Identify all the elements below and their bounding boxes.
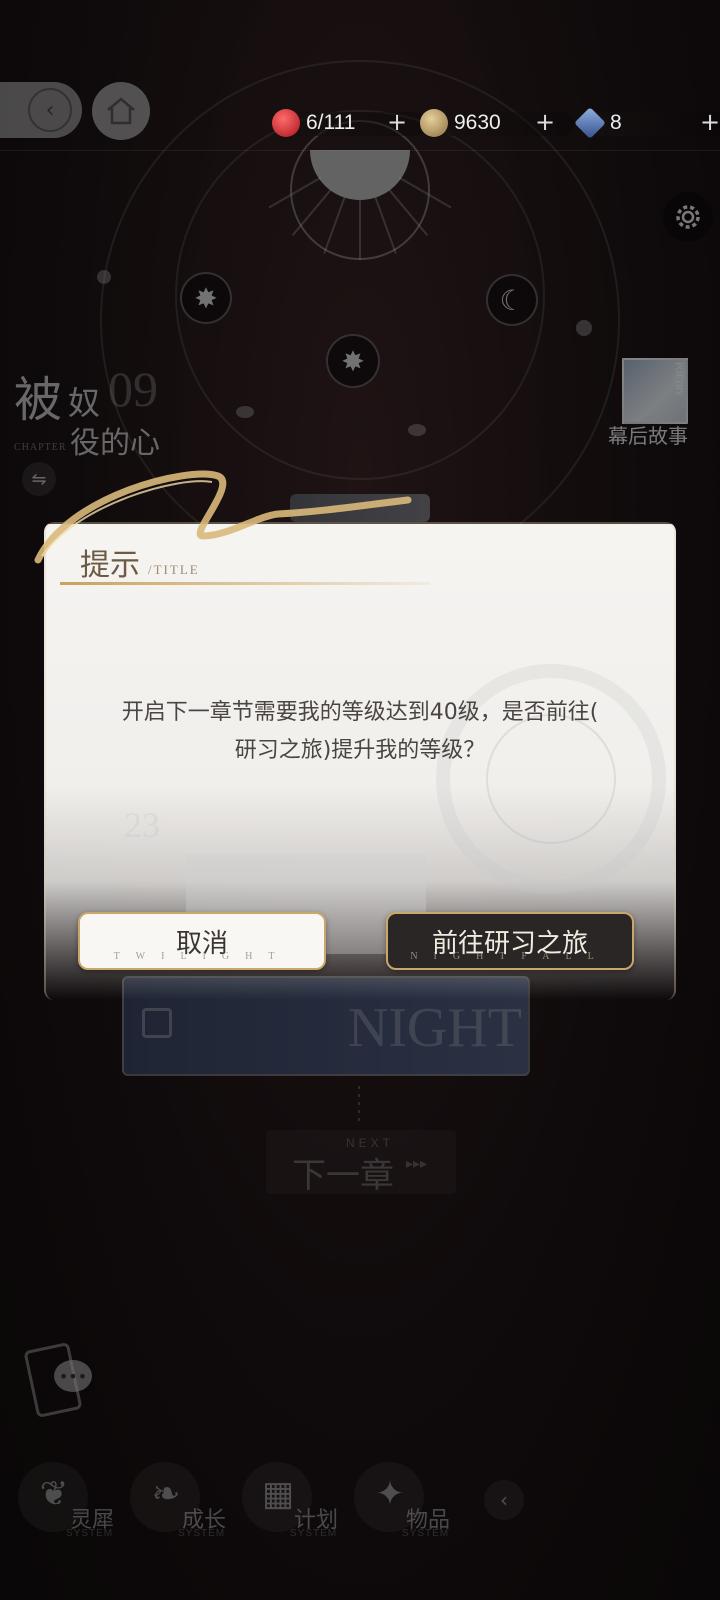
coin-icon: [420, 109, 448, 137]
dialog-title: 提示: [80, 548, 140, 583]
gems-value: 8: [610, 111, 622, 134]
add-gems-button[interactable]: +: [700, 108, 720, 136]
faded-number: 23: [124, 805, 160, 845]
dialog-subtitle: /TITLE: [148, 562, 200, 577]
coins-value: 9630: [454, 111, 501, 134]
stamina-value: 6/111: [306, 111, 356, 134]
dialog-message-line2: 研习之旅)提升我的等级？: [234, 738, 486, 763]
go-study-journey-button[interactable]: 前往研习之旅 NIGHTFALL: [386, 912, 634, 970]
dialog-message-line1: 开启下一章节需要我的等级达到40级，是否前往(: [121, 700, 599, 725]
add-coins-button[interactable]: +: [535, 108, 555, 136]
resource-coins: 9630 +: [420, 108, 574, 138]
confirm-subtext: NIGHTFALL: [410, 951, 610, 962]
dialog-message: 开启下一章节需要我的等级达到40级，是否前往( 研习之旅)提升我的等级？: [80, 694, 640, 770]
cancel-button[interactable]: 取消 TWILIGHT: [78, 912, 326, 970]
cancel-subtext: TWILIGHT: [113, 951, 291, 962]
resource-stamina: 6/111 +: [272, 108, 426, 138]
add-stamina-button[interactable]: +: [387, 108, 407, 136]
title-underline: [60, 582, 430, 585]
apple-icon: [272, 109, 300, 137]
